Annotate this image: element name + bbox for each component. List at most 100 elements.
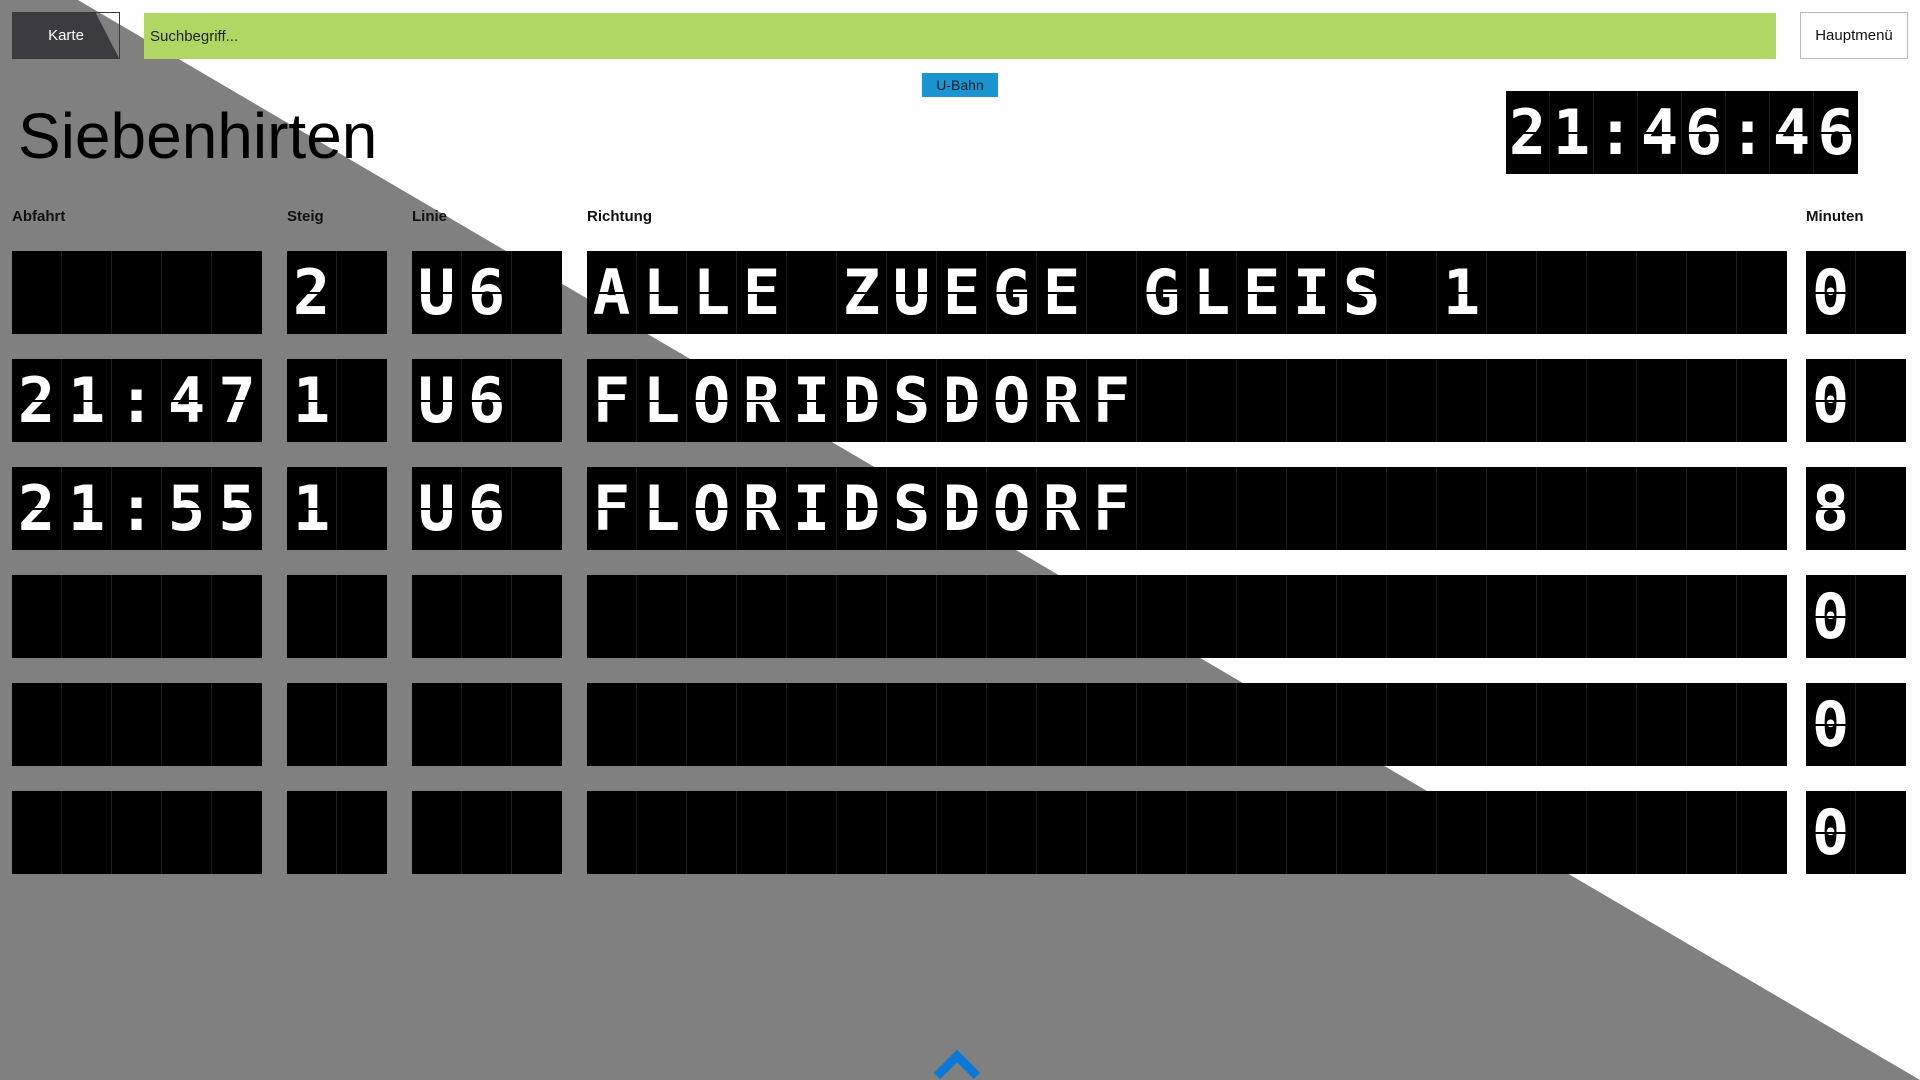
flap-cell: L — [637, 251, 687, 334]
transport-type-tag[interactable]: U-Bahn — [922, 73, 998, 97]
flap-cell — [112, 791, 162, 874]
flap-cell — [787, 683, 837, 766]
search-input[interactable] — [144, 13, 1776, 59]
flap-cell — [212, 575, 262, 658]
flap-cell — [1437, 791, 1487, 874]
flap-cell — [112, 575, 162, 658]
flap-cell — [62, 251, 112, 334]
flap-cell — [1187, 791, 1237, 874]
row-6-platform — [287, 791, 387, 874]
row-4-departure-time — [12, 575, 262, 658]
flap-cell: U — [412, 251, 462, 334]
flap-cell — [1687, 359, 1737, 442]
flap-cell — [987, 791, 1037, 874]
flap-cell: G — [987, 251, 1037, 334]
flap-cell: L — [637, 467, 687, 550]
flap-cell — [937, 683, 987, 766]
flap-cell: R — [737, 359, 787, 442]
row-6-departure-time — [12, 791, 262, 874]
flap-cell — [737, 791, 787, 874]
row-5-direction — [587, 683, 1787, 766]
flap-cell — [462, 575, 512, 658]
flap-cell: 4 — [1770, 91, 1814, 174]
flap-cell — [1487, 683, 1537, 766]
flap-cell — [937, 575, 987, 658]
flap-cell — [1437, 359, 1487, 442]
flap-cell — [1587, 251, 1637, 334]
flap-cell — [412, 575, 462, 658]
flap-cell: F — [1087, 359, 1137, 442]
flap-cell — [512, 791, 562, 874]
flap-cell — [512, 683, 562, 766]
flap-cell: E — [737, 251, 787, 334]
flap-cell — [112, 251, 162, 334]
row-3-departure-time: 21:55 — [12, 467, 262, 550]
flap-cell — [887, 683, 937, 766]
row-1-departure-time — [12, 251, 262, 334]
flap-cell: L — [687, 251, 737, 334]
flap-cell: 2 — [12, 359, 62, 442]
flap-cell: 6 — [462, 251, 512, 334]
row-1-line: U6 — [412, 251, 562, 334]
flap-cell — [1387, 359, 1437, 442]
flap-cell: 1 — [1550, 91, 1594, 174]
flap-cell — [1037, 683, 1087, 766]
flap-cell — [412, 683, 462, 766]
flap-cell — [287, 791, 337, 874]
flap-cell — [162, 791, 212, 874]
flap-cell — [1087, 575, 1137, 658]
flap-cell — [1537, 251, 1587, 334]
flap-cell: 6 — [1682, 91, 1726, 174]
flap-cell: E — [1037, 251, 1087, 334]
flap-cell: F — [1087, 467, 1137, 550]
main-menu-button[interactable]: Hauptmenü — [1800, 12, 1908, 59]
flap-cell — [1487, 251, 1537, 334]
flap-cell: 0 — [1806, 683, 1856, 766]
flap-cell — [637, 791, 687, 874]
flap-cell — [1037, 575, 1087, 658]
flap-cell — [212, 791, 262, 874]
flap-cell — [337, 251, 387, 334]
flap-cell — [412, 791, 462, 874]
flap-cell: : — [112, 359, 162, 442]
flap-cell: 0 — [1806, 359, 1856, 442]
flap-cell — [1487, 467, 1537, 550]
flap-cell: F — [587, 359, 637, 442]
flap-cell: 0 — [1806, 251, 1856, 334]
flap-cell: D — [837, 359, 887, 442]
row-2-minutes: 0 — [1806, 359, 1906, 442]
row-3-line: U6 — [412, 467, 562, 550]
flap-cell — [1637, 251, 1687, 334]
flap-cell — [62, 683, 112, 766]
flap-cell — [1237, 467, 1287, 550]
flap-cell — [1087, 791, 1137, 874]
flap-cell — [637, 575, 687, 658]
flap-cell: S — [887, 359, 937, 442]
map-button[interactable]: Karte — [12, 12, 120, 59]
clock-display: 21:46:46 — [1506, 91, 1858, 174]
header-departure: Abfahrt — [12, 208, 66, 225]
flap-cell — [62, 791, 112, 874]
flap-cell — [512, 575, 562, 658]
row-4-direction — [587, 575, 1787, 658]
flap-cell — [1137, 359, 1187, 442]
flap-cell — [1437, 683, 1487, 766]
main-menu-label: Hauptmenü — [1815, 27, 1893, 44]
flap-cell — [1237, 575, 1287, 658]
row-1-minutes: 0 — [1806, 251, 1906, 334]
flap-cell — [337, 575, 387, 658]
scroll-up-button[interactable] — [932, 1046, 982, 1080]
flap-cell: 8 — [1806, 467, 1856, 550]
flap-cell — [587, 683, 637, 766]
flap-cell: L — [637, 359, 687, 442]
header-minutes: Minuten — [1806, 208, 1864, 225]
flap-cell — [212, 683, 262, 766]
flap-cell: O — [687, 467, 737, 550]
flap-cell — [512, 251, 562, 334]
row-5-minutes: 0 — [1806, 683, 1906, 766]
row-3-platform: 1 — [287, 467, 387, 550]
station-title: Siebenhirten — [18, 100, 378, 172]
flap-cell — [1637, 791, 1687, 874]
flap-cell: A — [587, 251, 637, 334]
flap-cell: 5 — [162, 467, 212, 550]
